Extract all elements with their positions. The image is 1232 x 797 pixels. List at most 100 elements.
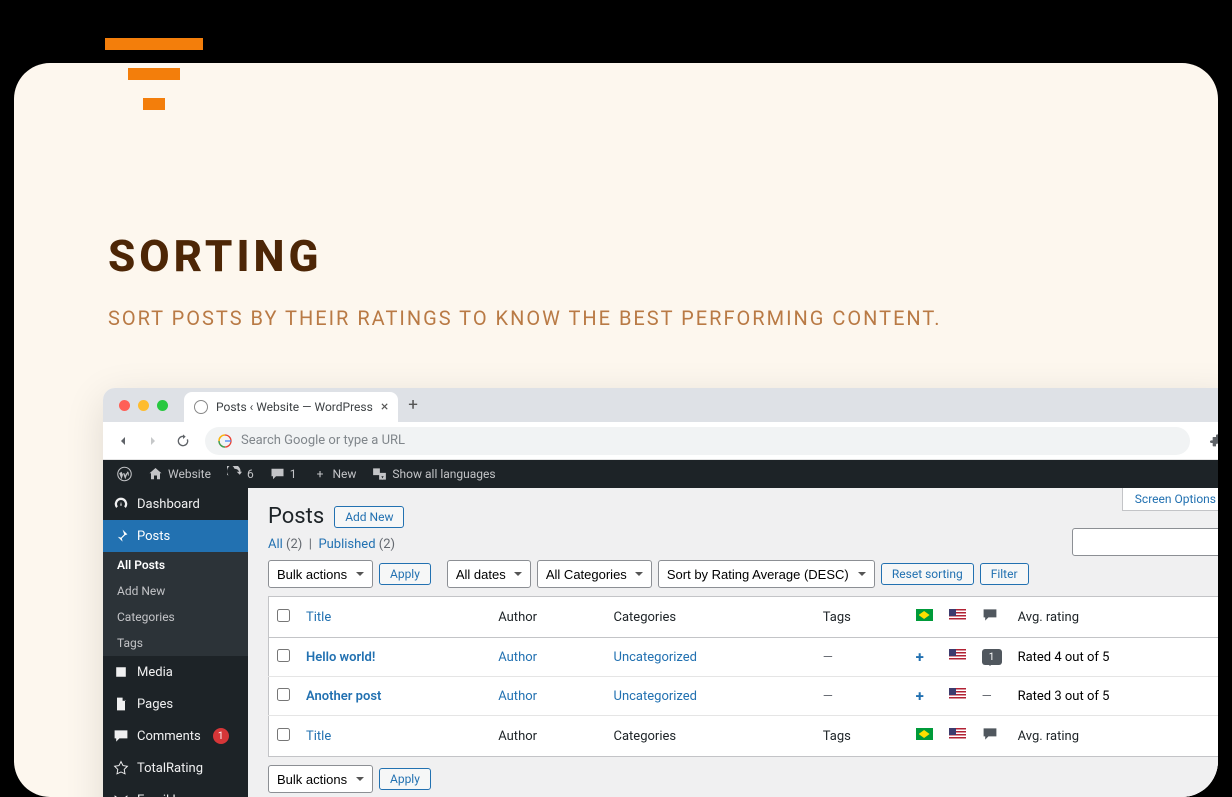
admin-sidebar: Dashboard Posts All Posts Add New Catego… (103, 488, 248, 797)
post-avg-rating: Rated 4 out of 5 (1010, 638, 1218, 677)
comment-icon (270, 467, 285, 482)
wordpress-icon (117, 467, 132, 482)
col-avg-rating[interactable]: Avg. rating (1010, 597, 1218, 638)
updates-count: 6 (247, 467, 254, 481)
col-categories[interactable]: Categories (606, 716, 815, 757)
comments-link[interactable]: 1 (262, 467, 305, 482)
site-name-link[interactable]: Website (140, 467, 219, 482)
post-avg-rating: Rated 3 out of 5 (1010, 677, 1218, 716)
add-translation-br-icon[interactable]: + (916, 687, 924, 705)
forward-icon[interactable] (145, 433, 161, 449)
apply-button[interactable]: Apply (379, 563, 431, 585)
post-category-link[interactable]: Uncategorized (614, 650, 697, 665)
post-title-link[interactable]: Hello world! (306, 650, 375, 665)
bulk-actions-select[interactable]: Bulk actions (268, 560, 373, 588)
flag-br-icon (916, 609, 933, 621)
add-new-button[interactable]: Add New (334, 506, 404, 528)
filter-published[interactable]: Published (318, 537, 375, 552)
window-controls (119, 400, 168, 411)
menu-emaillog[interactable]: Email Log (103, 784, 248, 797)
search-posts-input[interactable] (1072, 528, 1218, 556)
wp-adminbar: Website 6 1 +New Show all languages H (103, 460, 1218, 488)
post-tags: — (815, 677, 908, 716)
row-checkbox[interactable] (277, 649, 290, 662)
home-icon (148, 467, 163, 482)
reset-sorting-button[interactable]: Reset sorting (881, 563, 974, 585)
comment-count-badge[interactable]: 1 (982, 649, 1002, 665)
post-tags: — (815, 638, 908, 677)
screen-options-toggle[interactable]: Screen Options ▾ (1122, 488, 1218, 511)
post-title-link[interactable]: Another post (306, 689, 381, 704)
comment-column-icon (982, 608, 998, 627)
dashboard-icon (113, 496, 129, 512)
update-icon (227, 467, 242, 482)
comment-count-empty: — (974, 677, 1010, 716)
categories-select[interactable]: All Categories (537, 560, 652, 588)
star-icon (113, 760, 129, 776)
comment-icon (113, 728, 129, 744)
pages-icon (113, 696, 129, 712)
browser-toolbar: Search Google or type a URL (103, 422, 1218, 460)
new-link[interactable]: +New (304, 467, 364, 482)
content-area: Screen Options ▾ Posts Add New All (2) |… (248, 488, 1218, 797)
sort-by-select[interactable]: Sort by Rating Average (DESC) (658, 560, 875, 588)
col-categories[interactable]: Categories (606, 597, 815, 638)
flag-us-icon[interactable] (949, 649, 966, 661)
browser-tab[interactable]: Posts ‹ Website — WordPress × (184, 392, 398, 422)
menu-label: Dashboard (137, 497, 200, 512)
col-author[interactable]: Author (490, 716, 605, 757)
reload-icon[interactable] (175, 433, 191, 449)
select-all-checkbox[interactable] (277, 609, 290, 622)
menu-dashboard[interactable]: Dashboard (103, 488, 248, 520)
bulk-actions-select-bottom[interactable]: Bulk actions (268, 765, 373, 793)
select-all-checkbox-foot[interactable] (277, 728, 290, 741)
post-author-link[interactable]: Author (498, 650, 537, 665)
submenu-categories[interactable]: Categories (103, 604, 248, 630)
new-tab-button[interactable]: + (408, 395, 418, 415)
maximize-window-icon[interactable] (157, 400, 168, 411)
updates-link[interactable]: 6 (219, 467, 262, 482)
tab-close-icon[interactable]: × (381, 399, 388, 415)
menu-media[interactable]: Media (103, 656, 248, 688)
submenu-tags[interactable]: Tags (103, 630, 248, 656)
col-tags[interactable]: Tags (815, 597, 908, 638)
submenu-all-posts[interactable]: All Posts (103, 552, 248, 578)
languages-link[interactable]: Show all languages (364, 467, 503, 482)
howdy-h[interactable]: H (1213, 467, 1218, 481)
table-row: Hello world! Author Uncategorized — + 1 … (269, 638, 1219, 677)
address-bar[interactable]: Search Google or type a URL (205, 427, 1190, 455)
apply-button-bottom[interactable]: Apply (379, 768, 431, 790)
row-checkbox[interactable] (277, 688, 290, 701)
col-author[interactable]: Author (490, 597, 605, 638)
browser-tabbar: Posts ‹ Website — WordPress × + (103, 388, 1218, 422)
close-window-icon[interactable] (119, 400, 130, 411)
col-title[interactable]: Title (298, 597, 490, 638)
mail-icon (113, 792, 129, 797)
dates-select[interactable]: All dates (447, 560, 531, 588)
filter-all[interactable]: All (268, 537, 283, 552)
back-icon[interactable] (115, 433, 131, 449)
add-translation-br-icon[interactable]: + (916, 648, 924, 666)
col-avg-rating[interactable]: Avg. rating (1010, 716, 1218, 757)
menu-totalrating[interactable]: TotalRating (103, 752, 248, 784)
google-g-icon (217, 433, 233, 449)
col-title[interactable]: Title (298, 716, 490, 757)
minimize-window-icon[interactable] (138, 400, 149, 411)
section-heading: SORTING (108, 230, 323, 282)
menu-posts[interactable]: Posts (103, 520, 248, 552)
menu-label: Pages (137, 697, 173, 712)
flag-us-icon[interactable] (949, 688, 966, 700)
posts-submenu: All Posts Add New Categories Tags (103, 552, 248, 656)
post-category-link[interactable]: Uncategorized (614, 689, 697, 704)
page-title: Posts (268, 504, 324, 529)
extensions-icon[interactable] (1210, 433, 1218, 449)
filter-button[interactable]: Filter (980, 563, 1029, 585)
post-author-link[interactable]: Author (498, 689, 537, 704)
menu-comments[interactable]: Comments1 (103, 720, 248, 752)
media-icon (113, 664, 129, 680)
wp-logo[interactable] (109, 467, 140, 482)
submenu-add-new[interactable]: Add New (103, 578, 248, 604)
col-tags[interactable]: Tags (815, 716, 908, 757)
menu-pages[interactable]: Pages (103, 688, 248, 720)
marketing-card: SORTING SORT POSTS BY THEIR RATINGS TO K… (14, 63, 1218, 797)
